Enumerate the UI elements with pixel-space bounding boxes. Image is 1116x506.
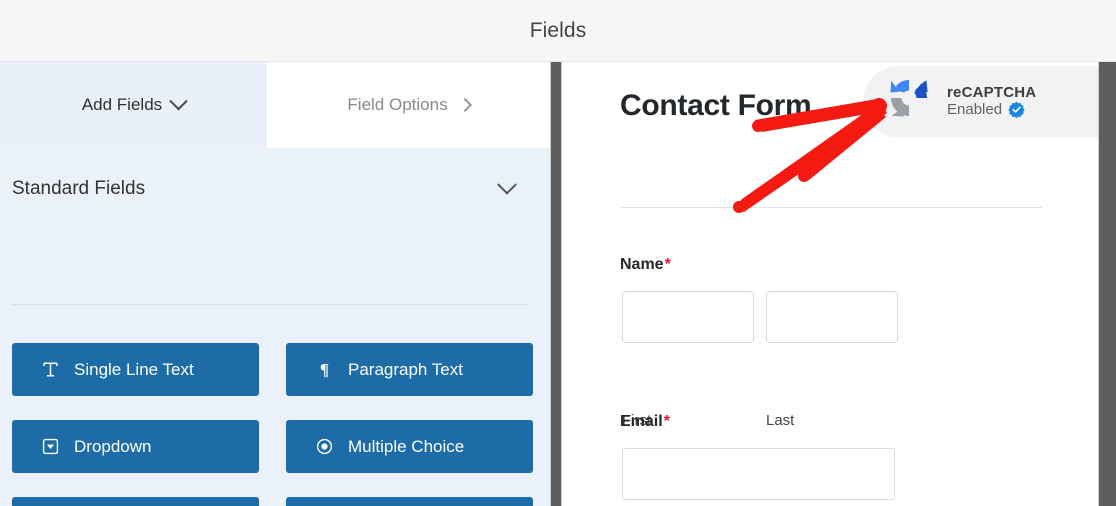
field-button-checkboxes[interactable]: Checkboxes bbox=[12, 497, 259, 506]
field-button-label: Multiple Choice bbox=[348, 436, 465, 456]
field-button-label: Paragraph Text bbox=[348, 359, 463, 379]
radio-button-icon bbox=[314, 438, 334, 455]
field-button-paragraph-text[interactable]: ¶ Paragraph Text bbox=[286, 343, 533, 396]
first-name-input[interactable] bbox=[622, 291, 754, 343]
tab-field-options-label: Field Options bbox=[347, 95, 448, 114]
section-divider bbox=[12, 304, 528, 305]
tab-field-options[interactable]: Field Options bbox=[267, 62, 550, 148]
last-name-sublabel: Last bbox=[766, 412, 795, 429]
required-marker: * bbox=[664, 256, 671, 273]
recaptcha-status-text: Enabled bbox=[947, 100, 1003, 118]
top-bar: Fields bbox=[0, 0, 1116, 62]
form-title-divider bbox=[620, 207, 1042, 208]
email-input[interactable] bbox=[622, 448, 895, 500]
field-button-dropdown[interactable]: Dropdown bbox=[12, 420, 259, 473]
verified-badge-icon bbox=[1008, 101, 1025, 118]
field-button-numbers[interactable]: Numbers bbox=[286, 497, 533, 506]
recaptcha-text-block: reCAPTCHA Enabled bbox=[947, 84, 1036, 118]
standard-fields-title: Standard Fields bbox=[12, 177, 146, 199]
page-title: Fields bbox=[529, 18, 587, 42]
form-builder-screen: Fields Add Fields Field Options Standard… bbox=[0, 0, 1116, 506]
recaptcha-logo-icon bbox=[885, 74, 933, 127]
tab-add-fields[interactable]: Add Fields bbox=[0, 62, 267, 148]
tab-add-fields-label: Add Fields bbox=[81, 95, 163, 114]
chevron-right-icon bbox=[457, 97, 472, 113]
dropdown-caret-box-icon bbox=[40, 438, 60, 455]
fields-sidebar-panel: Add Fields Field Options Standard Fields… bbox=[0, 62, 550, 506]
last-name-input[interactable] bbox=[766, 291, 898, 343]
recaptcha-status-row: Enabled bbox=[947, 101, 1036, 118]
field-label-email: Email* bbox=[620, 413, 670, 431]
sidebar-tabs: Add Fields Field Options bbox=[0, 62, 550, 148]
field-button-multiple-choice[interactable]: Multiple Choice bbox=[286, 420, 533, 473]
sidebar-scrollbar[interactable] bbox=[550, 62, 562, 506]
field-label-email-text: Email bbox=[620, 413, 663, 430]
text-t-icon bbox=[40, 361, 60, 378]
chevron-down-icon[interactable] bbox=[497, 174, 517, 195]
chevron-down-icon bbox=[169, 91, 188, 110]
pilcrow-icon: ¶ bbox=[314, 361, 334, 378]
recaptcha-title: reCAPTCHA bbox=[947, 83, 1037, 101]
standard-fields-section-header[interactable]: Standard Fields bbox=[0, 148, 550, 229]
required-marker: * bbox=[663, 413, 670, 430]
standard-fields-grid: Single Line Text ¶ Paragraph Text Dropdo… bbox=[12, 343, 540, 506]
field-label-name: Name* bbox=[620, 256, 671, 274]
form-title: Contact Form bbox=[620, 89, 812, 122]
recaptcha-badge[interactable]: reCAPTCHA Enabled bbox=[885, 74, 1036, 127]
field-label-name-text: Name bbox=[620, 256, 664, 273]
field-button-label: Dropdown bbox=[74, 436, 152, 456]
field-button-label: Single Line Text bbox=[74, 359, 194, 379]
page-scrollbar[interactable] bbox=[1098, 62, 1116, 506]
field-button-single-line-text[interactable]: Single Line Text bbox=[12, 343, 259, 396]
svg-text:¶: ¶ bbox=[319, 361, 328, 378]
